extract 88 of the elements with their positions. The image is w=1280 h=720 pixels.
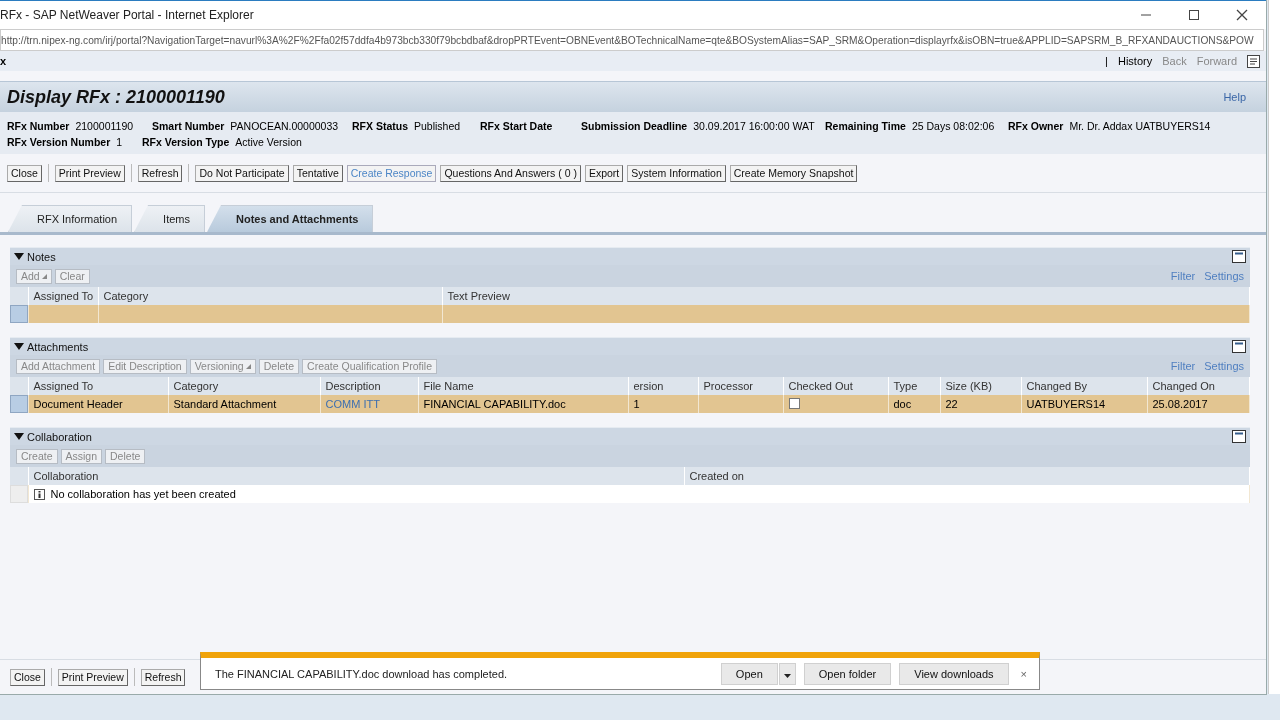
- window-title: RFx - SAP NetWeaver Portal - Internet Explorer: [0, 8, 255, 22]
- minimize-icon[interactable]: [1232, 250, 1246, 263]
- caret-icon: [783, 673, 791, 678]
- column-header: Collaboration: [28, 467, 684, 485]
- toolbar-button[interactable]: Do Not Participate: [195, 164, 289, 182]
- toolbar-button[interactable]: Refresh: [137, 164, 183, 182]
- toolbar-button[interactable]: Close: [10, 668, 45, 686]
- column-header: Category: [168, 377, 320, 395]
- column-header: ersion: [628, 377, 698, 395]
- tab[interactable]: RFX Information: [8, 205, 133, 232]
- open-folder-button[interactable]: Open folder: [803, 662, 892, 685]
- divider: |: [1105, 55, 1108, 67]
- minimize-icon[interactable]: [1232, 430, 1246, 443]
- field-label: RFx Version Number: [7, 136, 111, 148]
- toolbar-button[interactable]: Create Response: [346, 164, 437, 182]
- column-header: Description: [320, 377, 418, 395]
- column-header: Text Preview: [442, 287, 1250, 305]
- dropdown-button[interactable]: [778, 662, 796, 685]
- table-cell: FINANCIAL CAPABILITY.doc: [418, 395, 628, 413]
- table-cell: 1: [628, 395, 698, 413]
- field-value: PANOCEAN.00000033: [230, 120, 339, 132]
- column-header: Changed By: [1021, 377, 1147, 395]
- field-label: Smart Number: [152, 120, 225, 132]
- minimize-icon[interactable]: [1232, 340, 1246, 353]
- column-header: Created on: [684, 467, 1250, 485]
- column-header: File Name: [418, 377, 628, 395]
- dropdown-icon: [245, 363, 251, 369]
- toolbar-button[interactable]: Print Preview: [57, 668, 128, 686]
- maximize-icon[interactable]: [1188, 9, 1200, 21]
- history-menu[interactable]: History: [1117, 55, 1153, 67]
- field-value: 1: [116, 136, 123, 148]
- table-cell: Document Header: [28, 395, 168, 413]
- field-label: Submission Deadline: [581, 120, 688, 132]
- field-label: RFx Owner: [1008, 120, 1064, 132]
- dropdown-icon: [41, 273, 47, 279]
- toolbar-button[interactable]: Questions And Answers ( 0 ): [440, 164, 581, 182]
- field-label: RFx Version Type: [142, 136, 230, 148]
- tray-title: Collaboration: [27, 430, 93, 443]
- toolbar-button[interactable]: Export: [584, 164, 624, 182]
- info-icon: [33, 488, 45, 500]
- tray-title: Attachments: [27, 340, 90, 353]
- column-header: Assigned To: [28, 377, 168, 395]
- field-label: RFx Start Date: [480, 120, 553, 132]
- table-cell: 25.08.2017: [1147, 395, 1250, 413]
- toolbar-button[interactable]: Print Preview: [54, 164, 125, 182]
- page-title: Display RFx : 2100001190: [7, 86, 226, 108]
- menu-icon[interactable]: [1247, 54, 1260, 68]
- toolbar-button[interactable]: Tentative: [292, 164, 343, 182]
- table-cell: doc: [888, 395, 940, 413]
- column-header: Assigned To: [28, 287, 98, 305]
- download-message: The FINANCIAL CAPABILITY.doc download has completed.: [215, 667, 509, 680]
- page-label: x: [0, 55, 8, 67]
- column-header: Processor: [698, 377, 783, 395]
- toolbar-button[interactable]: Refresh: [140, 668, 186, 686]
- column-header: Checked Out: [783, 377, 888, 395]
- tab[interactable]: Notes and Attachments: [207, 205, 374, 232]
- view-downloads-button[interactable]: View downloads: [899, 662, 1009, 685]
- open-button[interactable]: Open: [720, 662, 778, 685]
- tray-title: Notes: [27, 250, 57, 263]
- table-cell: 22: [940, 395, 1021, 413]
- expand-triangle-icon[interactable]: [14, 342, 24, 351]
- field-value: Active Version: [235, 136, 302, 148]
- field-value: 30.09.2017 16:00:00 WAT: [693, 120, 815, 132]
- column-header: Type: [888, 377, 940, 395]
- column-header: Category: [98, 287, 442, 305]
- field-value: 25 Days 08:02:06: [911, 120, 995, 132]
- field-value: Published: [414, 120, 461, 132]
- expand-triangle-icon[interactable]: [14, 252, 24, 261]
- column-header: Changed On: [1147, 377, 1250, 395]
- checkbox[interactable]: [788, 397, 800, 409]
- toolbar-button[interactable]: Close: [7, 164, 42, 182]
- field-label: Remaining Time: [825, 120, 906, 132]
- toolbar-button[interactable]: System Information: [627, 164, 726, 182]
- empty-message: No collaboration has yet been created: [50, 488, 236, 500]
- help-link[interactable]: Help: [1223, 91, 1246, 103]
- expand-triangle-icon[interactable]: [14, 432, 24, 441]
- close-button[interactable]: ×: [1016, 662, 1031, 685]
- table-cell: UATBUYERS14: [1021, 395, 1147, 413]
- field-label: RFx Number: [7, 120, 70, 132]
- field-value: 2100001190: [75, 120, 134, 132]
- close-icon[interactable]: [1236, 9, 1248, 21]
- toolbar-button[interactable]: Create Memory Snapshot: [729, 164, 858, 182]
- tab[interactable]: Items: [134, 205, 205, 232]
- field-value: Mr. Dr. Addax UATBUYERS14: [1069, 120, 1211, 132]
- address-bar[interactable]: http://trn.nipex-ng.com/irj/portal?NavigationTarget=navurl%3A%2F%2Ffa02f57ddfa4b973bcb330f79bcbdbaf&dropPRTEvent=OBNEvent&BOTechnicalName=qte&BOSystemAlias=SAP_SRM&Operation=displayrfx&isOBN=true&APPLID=SAPSRM_B_RFXANDAUCTIONS&POW: [0, 29, 1264, 51]
- table-cell: Standard Attachment: [168, 395, 320, 413]
- field-label: RFX Status: [352, 120, 408, 132]
- column-header: Size (KB): [940, 377, 1021, 395]
